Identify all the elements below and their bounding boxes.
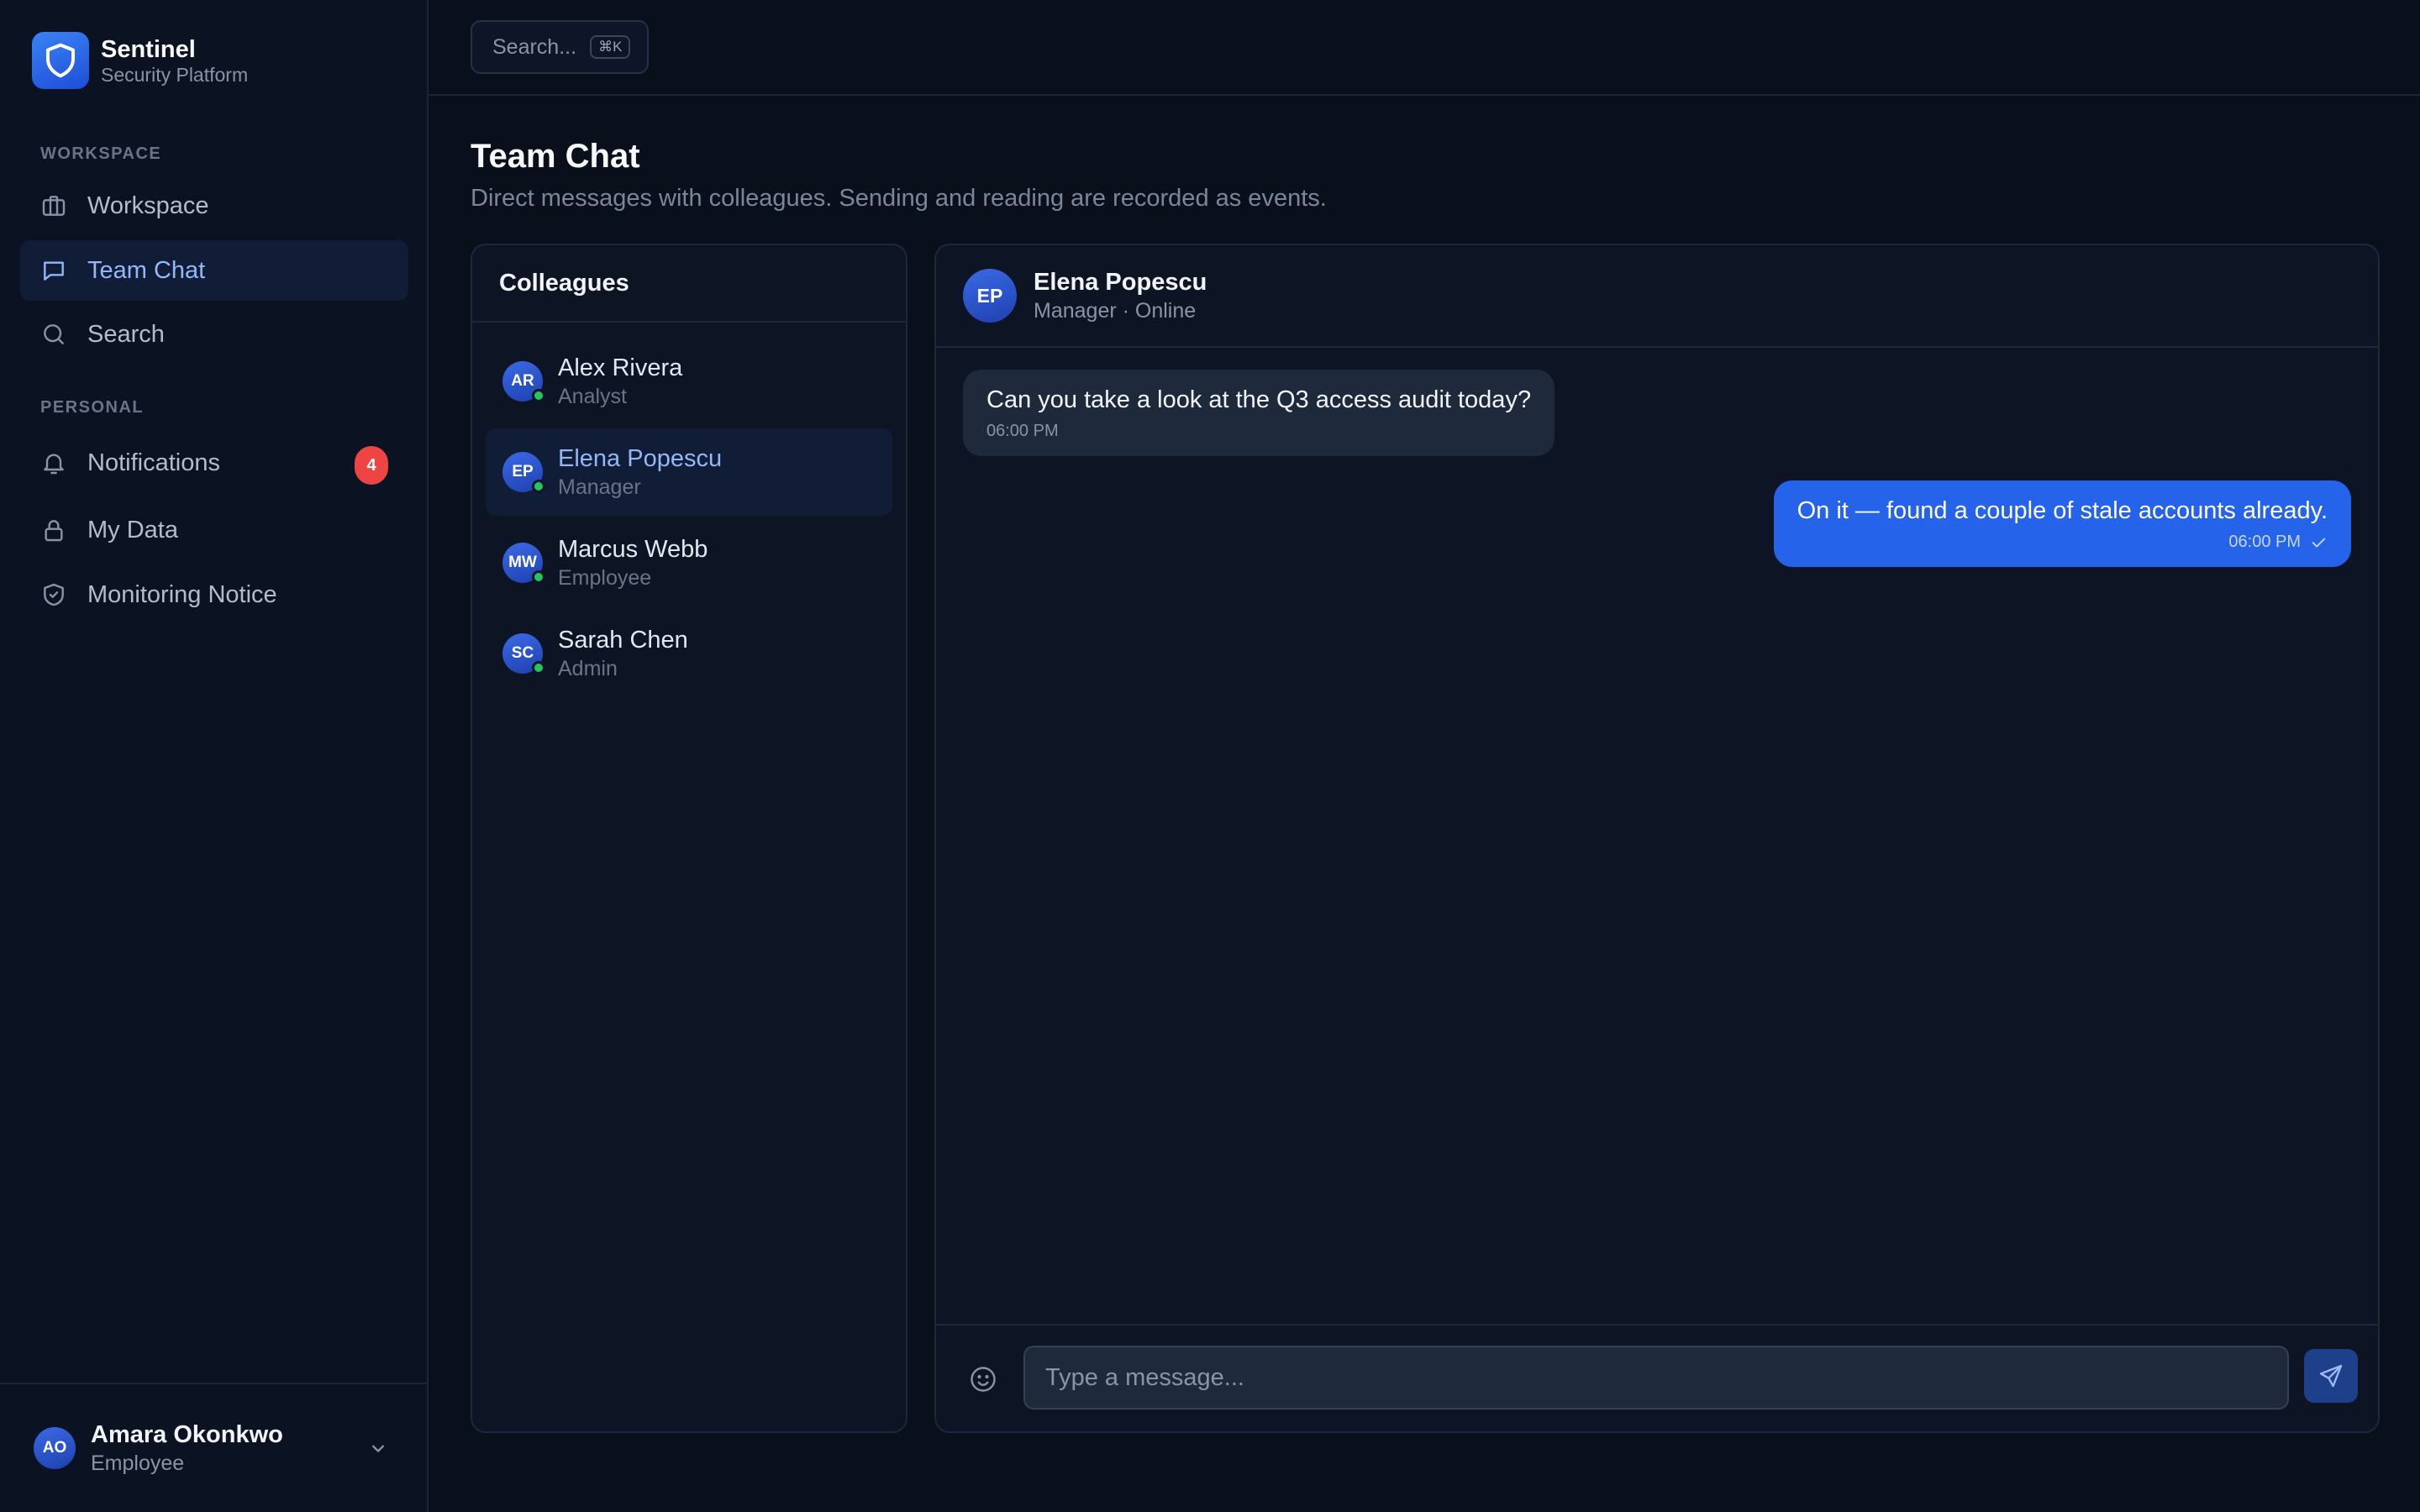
colleagues-title: Colleagues: [472, 245, 906, 323]
message-incoming: Can you take a look at the Q3 access aud…: [963, 370, 1555, 456]
colleague-item-sarah-chen[interactable]: SC Sarah Chen Admin: [486, 610, 892, 697]
shortcut-hint: ⌘K: [590, 35, 631, 59]
sidebar: Sentinel Security Platform WORKSPACE Wor…: [0, 0, 429, 1512]
page-title: Team Chat: [471, 138, 640, 175]
search-placeholder: Search...: [492, 34, 577, 59]
sidebar-item-label: Team Chat: [87, 256, 206, 284]
topbar: Search... ⌘K: [429, 0, 2420, 96]
send-icon: [2319, 1364, 2343, 1388]
brand-subtitle: Security Platform: [101, 64, 249, 86]
section-label-personal: PERSONAL: [40, 398, 145, 417]
shield-check-icon: [44, 583, 64, 606]
sidebar-item-notifications[interactable]: Notifications 4: [20, 433, 408, 493]
colleague-name: Marcus Webb: [558, 536, 708, 563]
section-label-workspace: WORKSPACE: [40, 144, 162, 163]
colleague-item-alex-rivera[interactable]: AR Alex Rivera Analyst: [486, 338, 892, 425]
avatar: EP: [963, 269, 1017, 323]
page-subtitle: Direct messages with colleagues. Sending…: [471, 185, 1327, 212]
message-time: 06:00 PM: [986, 422, 1059, 440]
briefcase-icon: [42, 196, 66, 216]
sidebar-item-my-data[interactable]: My Data: [20, 500, 408, 560]
search-icon: [44, 324, 64, 344]
colleague-role: Manager: [558, 475, 641, 499]
user-name: Amara Okonkwo: [91, 1421, 283, 1448]
sidebar-item-label: Monitoring Notice: [87, 580, 277, 608]
sidebar-item-label: Workspace: [87, 192, 209, 219]
sidebar-item-search[interactable]: Search: [20, 304, 408, 365]
lock-icon: [45, 520, 63, 542]
chat-icon: [44, 261, 64, 281]
message-input[interactable]: [1023, 1346, 2289, 1410]
chevron-down-icon[interactable]: [366, 1436, 390, 1460]
colleague-role: Analyst: [558, 385, 627, 408]
send-button[interactable]: [2304, 1349, 2358, 1403]
sidebar-item-workspace[interactable]: Workspace: [20, 176, 408, 236]
online-indicator: [532, 480, 545, 493]
chat-panel: EP Elena Popescu Manager · Online Can yo…: [934, 244, 2380, 1433]
online-indicator: [532, 389, 545, 402]
avatar: MW: [502, 543, 545, 584]
brand[interactable]: Sentinel Security Platform: [32, 32, 248, 89]
message-outgoing: On it — found a couple of stale accounts…: [1773, 480, 2351, 567]
colleague-name: Elena Popescu: [558, 445, 723, 472]
avatar: AR: [502, 361, 545, 402]
user-role: Employee: [91, 1452, 185, 1475]
sidebar-item-monitoring-notice[interactable]: Monitoring Notice: [20, 564, 408, 625]
sidebar-item-label: Notifications: [87, 449, 220, 476]
chat-peer-name: Elena Popescu: [1034, 269, 1207, 296]
colleague-item-marcus-webb[interactable]: MW Marcus Webb Employee: [486, 519, 892, 606]
avatar: SC: [502, 633, 545, 675]
sidebar-item-team-chat[interactable]: Team Chat: [20, 240, 408, 301]
sidebar-item-label: Search: [87, 320, 165, 348]
avatar: EP: [502, 452, 545, 493]
online-indicator: [532, 570, 545, 584]
message-time: 06:00 PM: [2228, 533, 2301, 551]
notification-count-badge: 4: [355, 446, 388, 485]
colleague-name: Alex Rivera: [558, 354, 683, 381]
check-icon: [2312, 538, 2326, 547]
chat-peer-status: Manager · Online: [1034, 299, 1197, 323]
chat-header: EP Elena Popescu Manager · Online: [936, 245, 2378, 348]
emoji-icon[interactable]: [968, 1364, 998, 1394]
message-composer: [936, 1324, 2378, 1431]
message-text: Can you take a look at the Q3 access aud…: [986, 386, 1532, 413]
colleagues-panel: Colleagues AR Alex Rivera Analyst EP Ele…: [471, 244, 908, 1433]
avatar: AO: [34, 1427, 76, 1469]
brand-name: Sentinel: [101, 36, 196, 63]
sidebar-item-label: My Data: [87, 516, 178, 543]
shield-logo-icon: [32, 32, 89, 89]
message-text: On it — found a couple of stale accounts…: [1797, 497, 2328, 524]
online-indicator: [532, 661, 545, 675]
user-menu[interactable]: AO Amara Okonkwo Employee: [0, 1383, 427, 1512]
colleague-role: Admin: [558, 657, 618, 680]
global-search-button[interactable]: Search... ⌘K: [471, 20, 649, 74]
colleague-role: Employee: [558, 566, 652, 590]
colleague-name: Sarah Chen: [558, 627, 688, 654]
bell-icon: [44, 454, 64, 475]
colleague-item-elena-popescu[interactable]: EP Elena Popescu Manager: [486, 428, 892, 516]
